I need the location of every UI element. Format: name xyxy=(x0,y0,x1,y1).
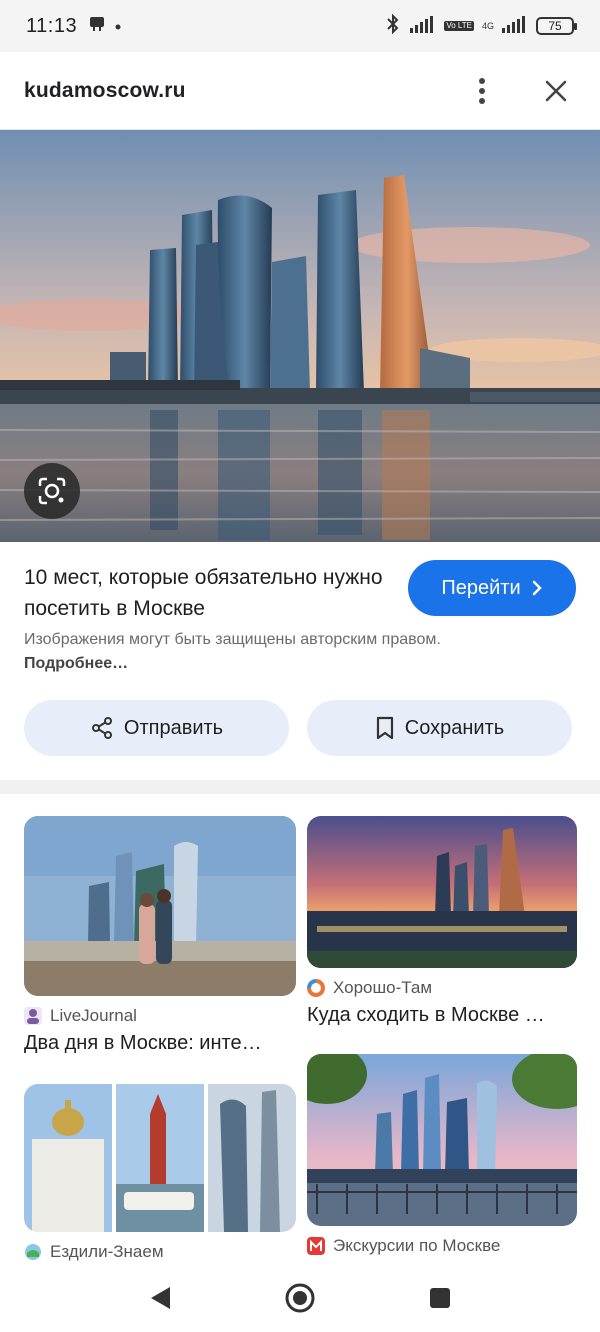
related-card[interactable]: Хорошо-Там Куда сходить в Москве … xyxy=(307,816,577,1027)
related-thumbnail xyxy=(307,816,577,968)
site-domain: kudamoscow.ru xyxy=(24,78,186,102)
share-label: Отправить xyxy=(123,716,224,739)
moscow-city-skyline-image xyxy=(0,130,600,542)
home-button[interactable] xyxy=(280,1278,320,1318)
copyright-text: Изображения могут быть защищены авторски… xyxy=(24,631,441,648)
system-nav-bar xyxy=(0,1264,600,1332)
horosho-tam-icon xyxy=(307,979,325,997)
save-label: Сохранить xyxy=(404,716,505,739)
learn-more-link[interactable]: Подробнее… xyxy=(24,655,128,672)
signal-icon-2 xyxy=(502,15,528,38)
share-button[interactable]: Отправить xyxy=(24,700,289,756)
visit-button[interactable]: Перейти xyxy=(408,560,576,616)
home-circle-icon xyxy=(285,1283,315,1313)
bluetooth-icon xyxy=(384,13,402,39)
lens-icon xyxy=(38,477,66,505)
google-lens-button[interactable] xyxy=(24,463,80,519)
related-source: Экскурсии по Москве xyxy=(333,1236,501,1255)
related-images: LiveJournal Два дня в Москве: инте… Хоро… xyxy=(0,794,600,1264)
battery-level: 75 xyxy=(548,19,562,33)
back-button[interactable] xyxy=(140,1278,180,1318)
related-thumbnail xyxy=(24,816,296,996)
recents-square-icon xyxy=(430,1288,450,1308)
visit-label: Перейти xyxy=(441,576,521,599)
more-options-button[interactable] xyxy=(462,71,502,111)
recents-button[interactable] xyxy=(420,1278,460,1318)
dot-icon xyxy=(115,17,121,35)
battery-icon: 75 xyxy=(536,17,577,35)
related-source: Хорошо-Там xyxy=(333,978,433,997)
more-vert-icon xyxy=(479,77,485,104)
ezdili-znaem-icon xyxy=(24,1243,42,1261)
signal-icon xyxy=(410,15,436,38)
status-time: 11:13 xyxy=(26,14,78,37)
header: kudamoscow.ru xyxy=(0,52,600,130)
related-thumbnail xyxy=(307,1054,577,1226)
related-title: Два дня в Москве: инте… xyxy=(24,1032,262,1054)
related-card[interactable]: LiveJournal Два дня в Москве: инте… xyxy=(24,816,296,1055)
volte-badge: Vo LTE xyxy=(444,21,474,31)
page-title: 10 мест, которые обязательно нужно посет… xyxy=(24,566,383,620)
close-icon xyxy=(545,80,567,101)
notification-icon xyxy=(87,14,107,39)
share-icon xyxy=(91,717,112,739)
excursions-icon xyxy=(307,1237,325,1255)
save-button[interactable]: Сохранить xyxy=(307,700,572,756)
status-bar: 11:13 Vo LTE 4G 75 xyxy=(0,0,600,52)
related-source: Ездили-Знаем xyxy=(50,1242,164,1261)
livejournal-icon xyxy=(24,1007,42,1025)
hero-image[interactable] xyxy=(0,130,600,542)
copyright-notice: Изображения могут быть защищены авторски… xyxy=(24,628,474,676)
related-thumbnail xyxy=(24,1084,296,1232)
section-divider xyxy=(0,780,600,794)
chevron-right-icon xyxy=(532,580,542,596)
back-triangle-icon xyxy=(151,1287,170,1309)
image-info: 10 мест, которые обязательно нужно посет… xyxy=(0,542,600,780)
related-card[interactable]: Ездили-Знаем xyxy=(24,1084,296,1264)
bookmark-icon xyxy=(376,716,393,740)
close-button[interactable] xyxy=(536,71,576,111)
related-title: Куда сходить в Москве … xyxy=(307,1004,545,1026)
related-card[interactable]: Экскурсии по Москве xyxy=(307,1054,577,1262)
network-type: 4G xyxy=(481,21,494,31)
related-source: LiveJournal xyxy=(50,1006,137,1025)
